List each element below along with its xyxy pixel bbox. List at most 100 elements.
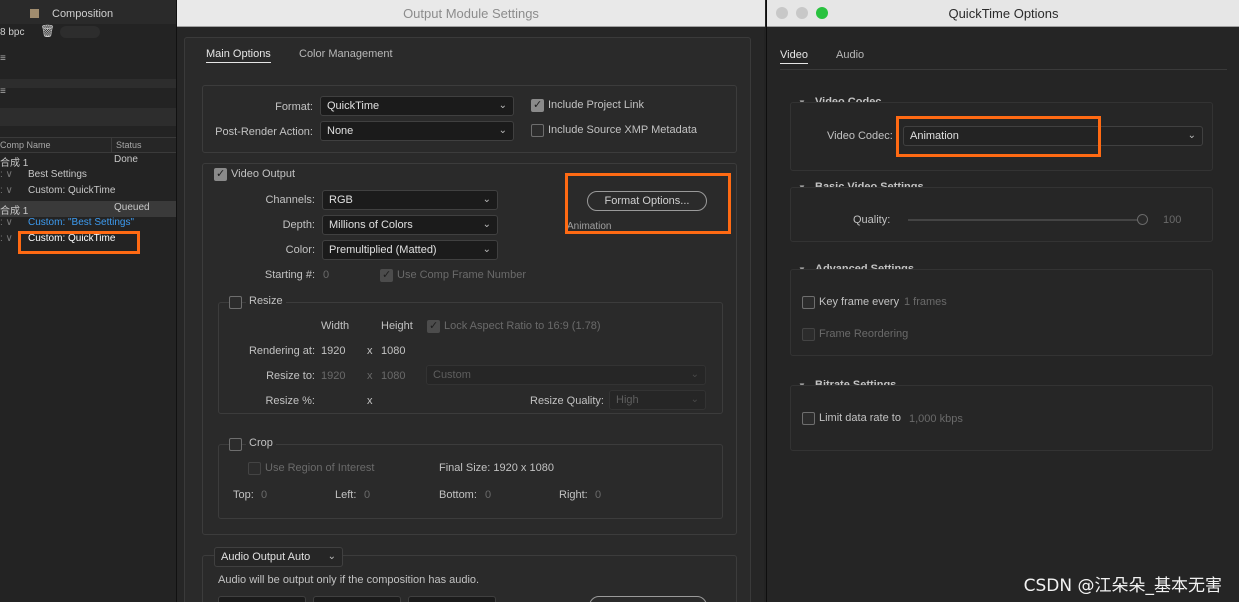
- format-label: Format:: [275, 101, 313, 113]
- highlight-box: [896, 116, 1101, 157]
- chevron-icon[interactable]: : ∨: [0, 217, 13, 228]
- menu-icon[interactable]: ≡: [0, 53, 6, 64]
- audio-format-options-button[interactable]: [589, 596, 707, 602]
- left-label: Left:: [335, 489, 357, 501]
- audio-depth-select[interactable]: [313, 596, 401, 602]
- zoom-button[interactable]: [816, 7, 828, 19]
- channels-select[interactable]: RGB ⌄: [322, 190, 498, 210]
- dialog-body: Main Options Color Management Format: Qu…: [184, 37, 751, 602]
- close-button[interactable]: [776, 7, 788, 19]
- tab-color-management[interactable]: Color Management: [299, 48, 393, 60]
- right-label: Right:: [559, 489, 588, 501]
- resize-label: Resize: [246, 295, 286, 307]
- toggle-pill[interactable]: [60, 26, 100, 38]
- use-comp-frame-checkbox[interactable]: [380, 268, 393, 282]
- color-select[interactable]: Premultiplied (Matted) ⌄: [322, 240, 498, 260]
- status: Queued: [114, 202, 150, 213]
- column-status[interactable]: Status: [116, 140, 142, 150]
- resize-quality-select[interactable]: High ⌄: [609, 390, 706, 410]
- audio-output-select[interactable]: Audio Output Auto ⌄: [214, 547, 343, 567]
- resize-checkbox[interactable]: [229, 296, 242, 309]
- top-label: Top:: [233, 489, 254, 501]
- chevron-icon[interactable]: : ∨: [0, 185, 13, 196]
- use-comp-frame-label: Use Comp Frame Number: [397, 269, 526, 281]
- video-output-label: Video Output: [231, 168, 296, 180]
- format-select[interactable]: QuickTime ⌄: [320, 96, 514, 116]
- bottom-label: Bottom:: [439, 489, 477, 501]
- color-label: Color:: [285, 244, 315, 256]
- include-xmp-checkbox[interactable]: [531, 124, 544, 137]
- composition-icon: [30, 9, 39, 18]
- frame-reorder-checkbox[interactable]: [802, 328, 815, 341]
- resize-pct-label: Resize %:: [265, 395, 315, 407]
- queue-row[interactable]: 合成 1 Done: [0, 154, 176, 170]
- crop-checkbox[interactable]: [229, 438, 242, 451]
- limit-rate-value[interactable]: 1,000 kbps: [909, 413, 963, 425]
- key-frame-checkbox[interactable]: [802, 296, 815, 309]
- render-queue-panel: Composition 8 bpc 🗑 ≡ ≡ Comp Name Status…: [0, 0, 176, 602]
- use-roi-checkbox[interactable]: [248, 462, 261, 475]
- quicktime-dialog: QuickTime Options Video Audio ▼ Video Co…: [766, 0, 1239, 602]
- times-sign: x: [367, 395, 373, 407]
- queue-row[interactable]: : ∨ Best Settings: [0, 169, 176, 185]
- crop-label: Crop: [246, 437, 276, 449]
- minimize-button[interactable]: [796, 7, 808, 19]
- bottom-value[interactable]: 0: [485, 489, 491, 501]
- chevron-icon[interactable]: : ∨: [0, 233, 13, 244]
- trash-icon[interactable]: 🗑: [40, 24, 55, 38]
- include-project-link-label: Include Project Link: [548, 99, 644, 111]
- highlight-box: [18, 231, 140, 254]
- chevron-down-icon: ⌄: [327, 551, 336, 562]
- chevron-icon[interactable]: : ∨: [0, 169, 13, 180]
- comp-name: 合成 1: [0, 158, 29, 169]
- column-comp-name[interactable]: Comp Name: [0, 140, 51, 150]
- comp-name: 合成 1: [0, 206, 29, 217]
- post-render-select[interactable]: None ⌄: [320, 121, 514, 141]
- menu-icon[interactable]: ≡: [0, 86, 6, 97]
- top-value[interactable]: 0: [261, 489, 267, 501]
- tab-divider: [780, 69, 1227, 70]
- quality-slider-thumb[interactable]: [1137, 214, 1148, 225]
- include-project-link-checkbox[interactable]: [531, 98, 544, 112]
- chevron-down-icon: ⌄: [498, 125, 507, 136]
- depth-label: Depth:: [282, 219, 315, 231]
- tab-video[interactable]: Video: [780, 49, 808, 64]
- watermark: CSDN @江朵朵_基本无害: [1023, 576, 1222, 596]
- quality-value: 100: [1163, 214, 1182, 226]
- depth-select[interactable]: Millions of Colors ⌄: [322, 215, 498, 235]
- audio-group: Audio Output Auto ⌄ Audio will be output …: [202, 547, 737, 602]
- output-module[interactable]: Custom: QuickTime: [28, 185, 115, 196]
- video-output-checkbox[interactable]: [214, 167, 227, 181]
- queue-row[interactable]: : ∨ Custom: QuickTime: [0, 185, 176, 201]
- lock-aspect-checkbox[interactable]: [427, 319, 440, 333]
- quality-label: Quality:: [853, 214, 891, 226]
- quality-slider-track[interactable]: [908, 219, 1143, 221]
- queue-row-selected[interactable]: 合成 1 Queued: [0, 201, 176, 217]
- video-codec-label: Video Codec:: [827, 130, 893, 142]
- tab-audio[interactable]: Audio: [836, 49, 864, 61]
- chevron-down-icon: ⌄: [498, 100, 507, 111]
- right-value[interactable]: 0: [595, 489, 601, 501]
- resize-preset-select[interactable]: Custom ⌄: [426, 365, 706, 385]
- width-label: Width: [321, 320, 350, 332]
- tab-main-options[interactable]: Main Options: [206, 48, 271, 63]
- key-frame-value[interactable]: 1 frames: [904, 296, 947, 308]
- bpc-label[interactable]: 8 bpc: [0, 27, 24, 38]
- resize-to-height[interactable]: 1080: [381, 370, 405, 382]
- render-settings-link[interactable]: Custom: "Best Settings": [28, 217, 134, 228]
- resize-to-width[interactable]: 1920: [321, 370, 345, 382]
- limit-rate-checkbox[interactable]: [802, 412, 815, 425]
- resize-to-label: Resize to:: [266, 370, 315, 382]
- audio-rate-select[interactable]: [218, 596, 306, 602]
- resize-quality-label: Resize Quality:: [530, 395, 604, 407]
- bitrate-section: Limit data rate to 1,000 kbps: [790, 385, 1213, 451]
- dialog-title: Output Module Settings: [177, 0, 765, 27]
- times-sign: x: [367, 345, 373, 357]
- chevron-down-icon: ⌄: [482, 194, 491, 205]
- divider-strip: [0, 108, 176, 126]
- render-settings[interactable]: Best Settings: [28, 169, 87, 180]
- left-value[interactable]: 0: [364, 489, 370, 501]
- starting-value[interactable]: 0: [323, 269, 329, 281]
- audio-channels-select[interactable]: [408, 596, 496, 602]
- times-sign: x: [367, 370, 373, 382]
